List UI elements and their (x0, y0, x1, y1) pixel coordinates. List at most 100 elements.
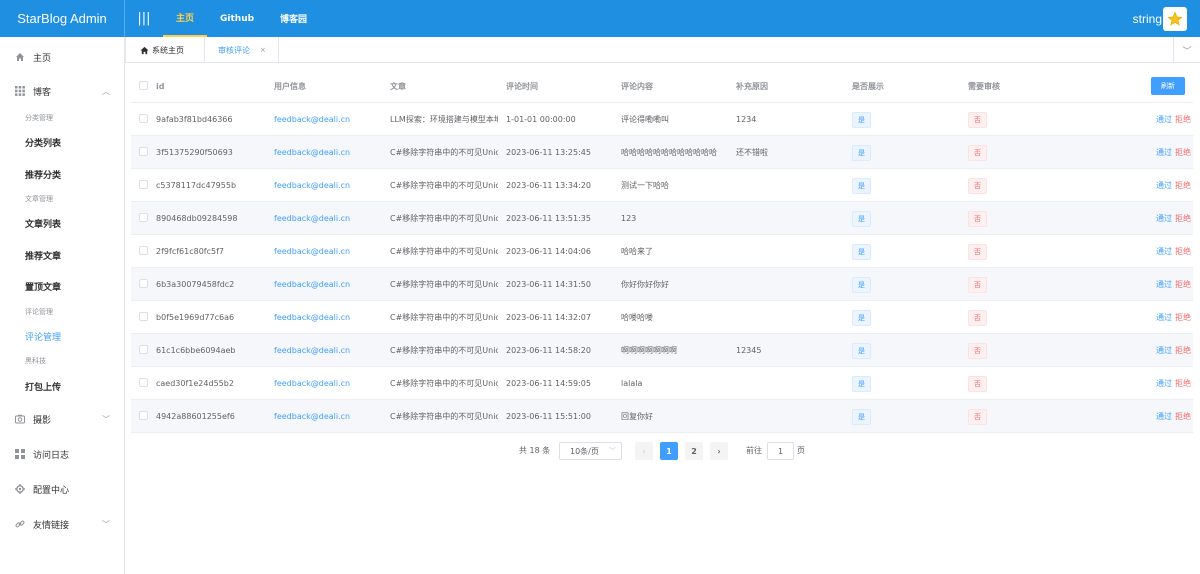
row-checkbox[interactable] (139, 180, 148, 189)
cell-user[interactable]: feedback@deali.cn (274, 400, 384, 433)
approve-button[interactable]: 通过 (1156, 114, 1172, 125)
reject-button[interactable]: 拒绝 (1175, 279, 1191, 290)
nav-cnblogs[interactable]: 博客园 (267, 0, 320, 37)
reject-button[interactable]: 拒绝 (1175, 213, 1191, 224)
refresh-button[interactable]: 刷新 (1151, 77, 1185, 95)
cell-actions: 通过 拒绝 (1131, 400, 1191, 433)
gear-icon (15, 484, 25, 494)
tab-review-comments[interactable]: 审核评论 × (205, 37, 279, 63)
cell-time: 2023-06-11 15:51:00 (506, 412, 591, 421)
reject-button[interactable]: 拒绝 (1175, 345, 1191, 356)
chevron-down-icon: ﹀ (102, 519, 110, 529)
cell-show: 是 (852, 202, 962, 235)
cell-user[interactable]: feedback@deali.cn (274, 136, 384, 169)
chevron-down-icon[interactable]: ﹀ (1173, 37, 1200, 63)
nav-github[interactable]: Github (207, 0, 267, 37)
approve-button[interactable]: 通过 (1156, 345, 1172, 356)
page-1-button[interactable]: 1 (660, 442, 678, 460)
sidebar-item-blog[interactable]: 博客 ︿ (0, 84, 124, 98)
camera-icon (15, 414, 25, 424)
page-size-select[interactable]: 10条/页 ﹀ (559, 442, 622, 460)
cell-content: 123 (621, 214, 637, 223)
cell-id: b0f5e1969d77c6a6 (156, 313, 235, 322)
cell-user[interactable]: feedback@deali.cn (274, 202, 384, 235)
pagination: 共 18 条 10条/页 ﹀ ‹ 1 2 › 前往 1 页 (0, 442, 1200, 460)
row-checkbox[interactable] (139, 411, 148, 420)
cell-article: C#移除字符串中的不可见Unicode字符 (390, 346, 498, 355)
page-2-button[interactable]: 2 (685, 442, 703, 460)
hamburger-icon[interactable]: ||| (125, 0, 163, 37)
cell-need-review: 否 (968, 268, 1078, 301)
sidebar-item-recommend-article[interactable]: 推荐文章 (25, 249, 61, 262)
status-badge: 是 (852, 342, 871, 359)
reject-button[interactable]: 拒绝 (1175, 246, 1191, 257)
cell-actions: 通过 拒绝 (1131, 103, 1191, 136)
row-checkbox[interactable] (139, 147, 148, 156)
cell-user[interactable]: feedback@deali.cn (274, 169, 384, 202)
row-checkbox[interactable] (139, 213, 148, 222)
cell-user[interactable]: feedback@deali.cn (274, 235, 384, 268)
row-checkbox[interactable] (139, 114, 148, 123)
sidebar-item-friend-links[interactable]: 友情链接 ﹀ (0, 517, 124, 531)
cell-user[interactable]: feedback@deali.cn (274, 268, 384, 301)
prev-page-button[interactable]: ‹ (635, 442, 653, 460)
table-row: c5378117dc47955b feedback@deali.cn C#移除字符串… (131, 169, 1193, 202)
sidebar-item-photo[interactable]: 摄影 ﹀ (0, 412, 124, 426)
reject-button[interactable]: 拒绝 (1175, 312, 1191, 323)
row-checkbox[interactable] (139, 345, 148, 354)
cell-article: C#移除字符串中的不可见Unicode字符 (390, 247, 498, 256)
tab-bar: 系统主页 审核评论 × ﹀ (125, 37, 1200, 63)
sidebar-item-comment-manage[interactable]: 评论管理 (25, 330, 61, 343)
status-badge: 否 (968, 309, 987, 326)
sidebar-item-pinned-article[interactable]: 置顶文章 (25, 280, 61, 293)
approve-button[interactable]: 通过 (1156, 378, 1172, 389)
tab-system-home[interactable]: 系统主页 (125, 37, 205, 63)
reject-button[interactable]: 拒绝 (1175, 378, 1191, 389)
approve-button[interactable]: 通过 (1156, 246, 1172, 257)
approve-button[interactable]: 通过 (1156, 147, 1172, 158)
row-checkbox[interactable] (139, 246, 148, 255)
cell-need-review: 否 (968, 169, 1078, 202)
table-row: 890468db09284598 feedback@deali.cn C#移除字符串… (131, 202, 1193, 235)
nav-home[interactable]: 主页 (163, 0, 208, 37)
approve-button[interactable]: 通过 (1156, 213, 1172, 224)
cell-content: 哈哈哈哈哈哈哈哈哈哈哈哈 (621, 148, 717, 157)
reject-button[interactable]: 拒绝 (1175, 411, 1191, 422)
app-logo[interactable]: StarBlog Admin (0, 0, 125, 37)
select-all-checkbox[interactable] (139, 81, 148, 90)
sidebar-item-recommend-category[interactable]: 推荐分类 (25, 168, 61, 181)
reject-button[interactable]: 拒绝 (1175, 114, 1191, 125)
cell-id: 9afab3f81bd46366 (156, 115, 233, 124)
cell-user[interactable]: feedback@deali.cn (274, 103, 384, 136)
row-checkbox[interactable] (139, 378, 148, 387)
approve-button[interactable]: 通过 (1156, 411, 1172, 422)
row-checkbox[interactable] (139, 312, 148, 321)
cell-actions: 通过 拒绝 (1131, 268, 1191, 301)
sidebar-item-home[interactable]: 主页 (0, 50, 124, 64)
cell-time: 2023-06-11 14:32:07 (506, 313, 591, 322)
cell-user[interactable]: feedback@deali.cn (274, 367, 384, 400)
close-icon[interactable]: × (260, 46, 266, 54)
cell-need-review: 否 (968, 202, 1078, 235)
next-page-button[interactable]: › (710, 442, 728, 460)
cell-user[interactable]: feedback@deali.cn (274, 301, 384, 334)
cell-actions: 通过 拒绝 (1131, 136, 1191, 169)
status-badge: 否 (968, 342, 987, 359)
username[interactable]: string (1133, 0, 1162, 37)
goto-page-input[interactable]: 1 (767, 442, 794, 460)
sidebar-item-category-list[interactable]: 分类列表 (25, 136, 61, 149)
cell-user[interactable]: feedback@deali.cn (274, 334, 384, 367)
avatar[interactable] (1163, 7, 1187, 31)
sidebar-item-config-center[interactable]: 配置中心 (0, 482, 124, 496)
goto-suffix: 页 (797, 446, 805, 455)
reject-button[interactable]: 拒绝 (1175, 180, 1191, 191)
reject-button[interactable]: 拒绝 (1175, 147, 1191, 158)
approve-button[interactable]: 通过 (1156, 180, 1172, 191)
header-article: 文章 (390, 82, 406, 91)
sidebar-item-pack-upload[interactable]: 打包上传 (25, 380, 61, 393)
row-checkbox[interactable] (139, 279, 148, 288)
approve-button[interactable]: 通过 (1156, 279, 1172, 290)
sidebar-item-article-list[interactable]: 文章列表 (25, 217, 61, 230)
cell-article: C#移除字符串中的不可见Unicode字符 (390, 313, 498, 322)
approve-button[interactable]: 通过 (1156, 312, 1172, 323)
